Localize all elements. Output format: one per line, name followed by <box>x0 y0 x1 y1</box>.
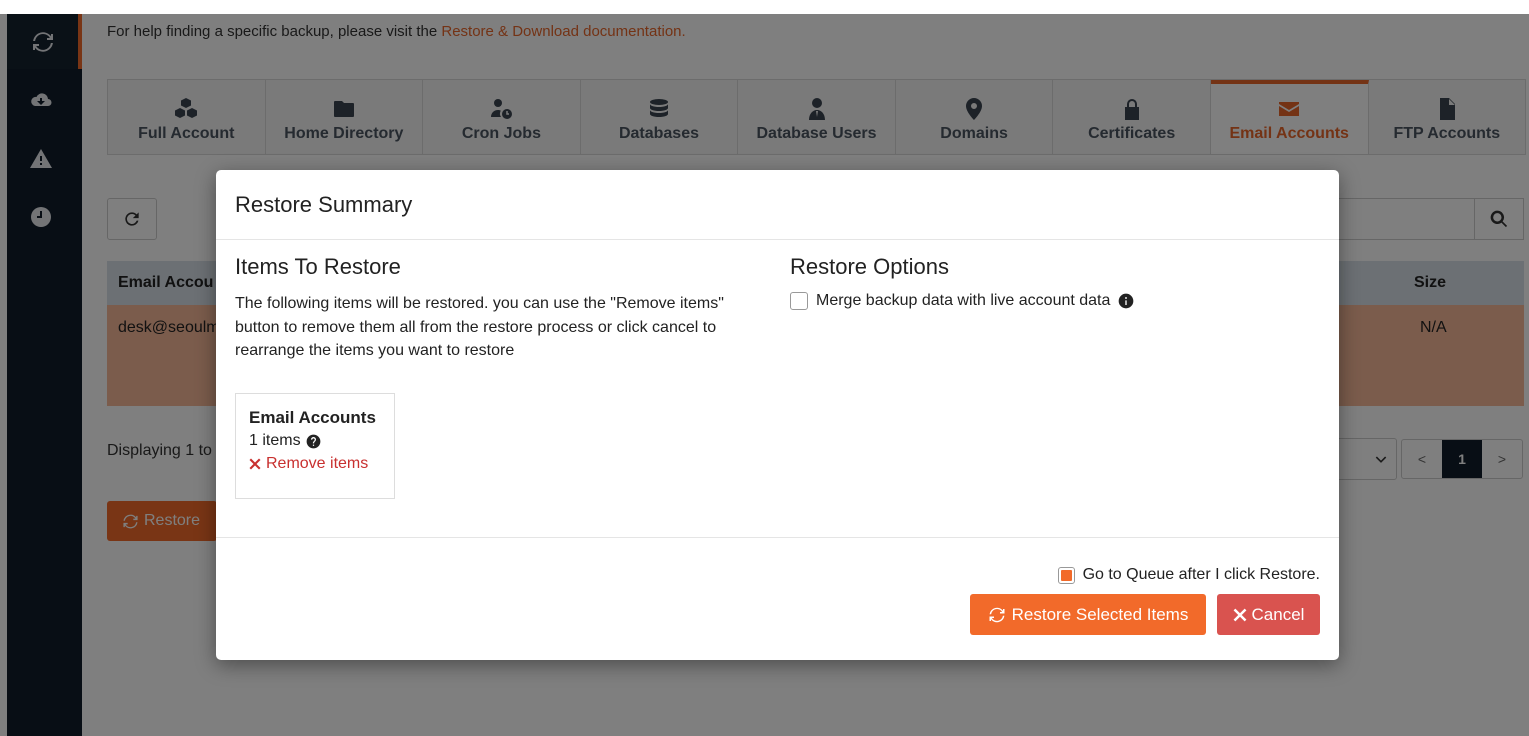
remove-items-link[interactable]: Remove items <box>249 455 381 473</box>
merge-option: Merge backup data with live account data <box>790 292 1310 310</box>
go-to-queue-checkbox[interactable] <box>1057 566 1075 584</box>
close-icon <box>1233 608 1246 621</box>
go-to-queue-label[interactable]: Go to Queue after I click Restore. <box>1083 566 1320 584</box>
sync-icon <box>989 607 1005 622</box>
merge-checkbox[interactable] <box>790 292 808 310</box>
restore-options-title: Restore Options <box>790 254 949 279</box>
items-description: The following items will be restored. yo… <box>235 295 724 359</box>
email-accounts-card: Email Accounts 1 items Remove items <box>235 393 395 499</box>
card-title: Email Accounts <box>249 408 376 427</box>
close-icon <box>249 458 261 470</box>
items-to-restore-section: Items To Restore The following items wil… <box>235 254 745 499</box>
modal-header: Restore Summary <box>216 170 1339 240</box>
top-strip <box>0 0 1529 14</box>
cancel-button[interactable]: Cancel <box>1217 594 1320 635</box>
modal-title: Restore Summary <box>235 191 413 217</box>
merge-label[interactable]: Merge backup data with live account data <box>816 292 1110 310</box>
info-circle-icon[interactable] <box>1118 293 1134 309</box>
restore-selected-items-button[interactable]: Restore Selected Items <box>970 594 1206 635</box>
go-to-queue-option: Go to Queue after I click Restore. <box>1057 566 1320 584</box>
restore-options-section: Restore Options Merge backup data with l… <box>790 254 1310 310</box>
card-count: 1 items <box>249 432 381 450</box>
question-circle-icon[interactable] <box>306 434 321 449</box>
items-to-restore-title: Items To Restore <box>235 254 401 279</box>
modal-footer: Go to Queue after I click Restore. Resto… <box>216 537 1339 660</box>
restore-summary-modal: Restore Summary Items To Restore The fol… <box>216 170 1339 660</box>
